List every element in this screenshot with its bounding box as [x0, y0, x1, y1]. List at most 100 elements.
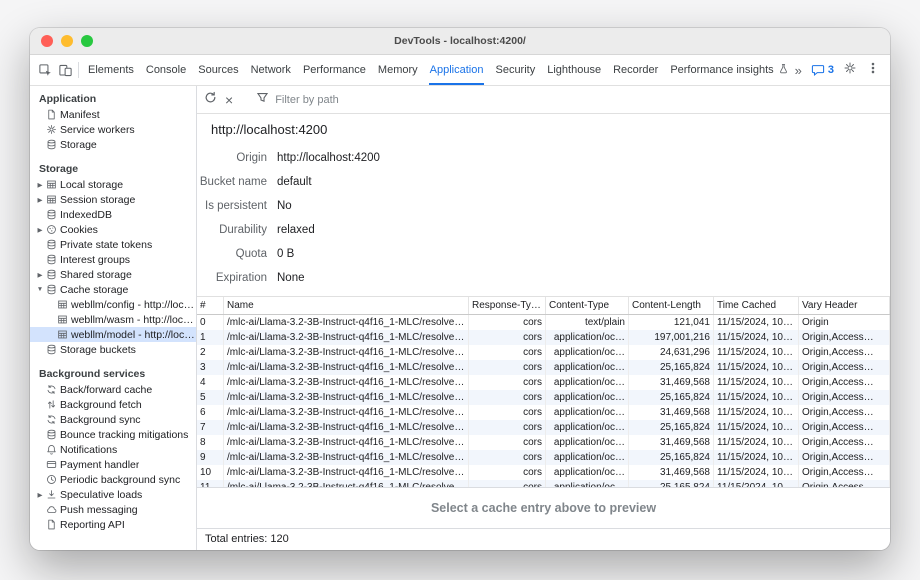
close-window-button[interactable]: [41, 35, 53, 47]
sidebar-item-manifest[interactable]: Manifest: [30, 107, 196, 122]
content-type-cell: application/oc…: [546, 360, 629, 375]
content-type-cell: application/oc…: [546, 450, 629, 465]
column-header-[interactable]: #: [197, 297, 224, 315]
entry-number-cell: 2: [197, 345, 224, 360]
sidebar-item-storage-buckets[interactable]: Storage buckets: [30, 342, 196, 357]
tab-console[interactable]: Console: [140, 55, 192, 85]
database-icon: [45, 254, 57, 266]
tab-security[interactable]: Security: [489, 55, 541, 85]
content-type-cell: application/oc…: [546, 420, 629, 435]
sidebar-item-indexeddb[interactable]: IndexedDB: [30, 207, 196, 222]
sidebar-item-label: Periodic background sync: [60, 474, 180, 486]
sidebar-item-payment-handler[interactable]: Payment handler: [30, 457, 196, 472]
sidebar-item-webllm-wasm-http-loca[interactable]: webllm/wasm - http://loca…: [30, 312, 196, 327]
tab-memory[interactable]: Memory: [372, 55, 424, 85]
sidebar-item-cache-storage[interactable]: ▼Cache storage: [30, 282, 196, 297]
cache-entry-row[interactable]: 4/mlc-ai/Llama-3.2-3B-Instruct-q4f16_1-M…: [197, 375, 890, 390]
sidebar-item-cookies[interactable]: ▶Cookies: [30, 222, 196, 237]
sidebar-item-shared-storage[interactable]: ▶Shared storage: [30, 267, 196, 282]
tab-performance-insights[interactable]: Performance insights: [664, 55, 794, 85]
sidebar-item-speculative-loads[interactable]: ▶Speculative loads: [30, 487, 196, 502]
sidebar-item-webllm-model-http-loc[interactable]: webllm/model - http://loc…: [30, 327, 196, 342]
cache-entry-row[interactable]: 11/mlc-ai/Llama-3.2-3B-Instruct-q4f16_1-…: [197, 480, 890, 487]
entry-name-cell: /mlc-ai/Llama-3.2-3B-Instruct-q4f16_1-ML…: [224, 375, 469, 390]
cache-entry-row[interactable]: 1/mlc-ai/Llama-3.2-3B-Instruct-q4f16_1-M…: [197, 330, 890, 345]
more-tabs-icon[interactable]: »: [795, 63, 802, 78]
database-icon: [45, 429, 57, 441]
sidebar-item-background-fetch[interactable]: Background fetch: [30, 397, 196, 412]
kebab-menu-icon[interactable]: [866, 61, 880, 80]
entry-number-cell: 7: [197, 420, 224, 435]
cache-entry-row[interactable]: 3/mlc-ai/Llama-3.2-3B-Instruct-q4f16_1-M…: [197, 360, 890, 375]
cache-entry-row[interactable]: 0/mlc-ai/Llama-3.2-3B-Instruct-q4f16_1-M…: [197, 315, 890, 331]
filter-icon: [256, 91, 269, 109]
sidebar-item-service-workers[interactable]: Service workers: [30, 122, 196, 137]
cookie-icon: [45, 224, 57, 236]
table-icon: [56, 299, 68, 311]
toolbar-divider: [78, 62, 79, 78]
database-icon: [45, 269, 57, 281]
cache-entry-row[interactable]: 8/mlc-ai/Llama-3.2-3B-Instruct-q4f16_1-M…: [197, 435, 890, 450]
column-header-name[interactable]: Name: [224, 297, 469, 315]
refresh-button[interactable]: [204, 91, 217, 109]
device-toolbar-icon[interactable]: [55, 55, 75, 85]
sidebar-item-reporting-api[interactable]: Reporting API: [30, 517, 196, 532]
sidebar-item-webllm-config-http-loc[interactable]: webllm/config - http://loc…: [30, 297, 196, 312]
sidebar-item-bounce-tracking-mitigations[interactable]: Bounce tracking mitigations: [30, 427, 196, 442]
chevron-down-icon[interactable]: ▼: [35, 286, 45, 293]
content-length-cell: 25,165,824: [629, 450, 714, 465]
column-header-vary-header[interactable]: Vary Header: [799, 297, 890, 315]
sidebar-item-notifications[interactable]: Notifications: [30, 442, 196, 457]
content-length-cell: 25,165,824: [629, 420, 714, 435]
sidebar-item-private-state-tokens[interactable]: Private state tokens: [30, 237, 196, 252]
inspect-element-icon[interactable]: [35, 55, 55, 85]
response-type-cell: cors: [469, 330, 546, 345]
tab-elements[interactable]: Elements: [82, 55, 140, 85]
delete-selected-button[interactable]: ×: [225, 93, 233, 107]
sidebar-item-push-messaging[interactable]: Push messaging: [30, 502, 196, 517]
tab-network[interactable]: Network: [245, 55, 297, 85]
cache-entry-row[interactable]: 7/mlc-ai/Llama-3.2-3B-Instruct-q4f16_1-M…: [197, 420, 890, 435]
sidebar-item-label: Storage: [60, 139, 97, 151]
cache-entry-row[interactable]: 2/mlc-ai/Llama-3.2-3B-Instruct-q4f16_1-M…: [197, 345, 890, 360]
sidebar-item-background-sync[interactable]: Background sync: [30, 412, 196, 427]
tab-performance[interactable]: Performance: [297, 55, 372, 85]
column-header-time-cached[interactable]: Time Cached: [714, 297, 799, 315]
sidebar-item-label: Background fetch: [60, 399, 142, 411]
sidebar-item-periodic-background-sync[interactable]: Periodic background sync: [30, 472, 196, 487]
sidebar-item-session-storage[interactable]: ▶Session storage: [30, 192, 196, 207]
tab-sources[interactable]: Sources: [192, 55, 244, 85]
macos-titlebar[interactable]: DevTools - localhost:4200/: [30, 28, 890, 55]
cache-entry-row[interactable]: 9/mlc-ai/Llama-3.2-3B-Instruct-q4f16_1-M…: [197, 450, 890, 465]
database-icon: [45, 209, 57, 221]
tab-recorder[interactable]: Recorder: [607, 55, 664, 85]
table-icon: [45, 179, 57, 191]
sidebar-item-storage[interactable]: Storage: [30, 137, 196, 152]
vary-header-cell: Origin,Access…: [799, 435, 890, 450]
cache-entry-row[interactable]: 6/mlc-ai/Llama-3.2-3B-Instruct-q4f16_1-M…: [197, 405, 890, 420]
cache-entry-row[interactable]: 5/mlc-ai/Llama-3.2-3B-Instruct-q4f16_1-M…: [197, 390, 890, 405]
issues-badge[interactable]: 3: [811, 63, 834, 77]
cache-entry-row[interactable]: 10/mlc-ai/Llama-3.2-3B-Instruct-q4f16_1-…: [197, 465, 890, 480]
column-header-content-length[interactable]: Content-Length: [629, 297, 714, 315]
column-header-response-type[interactable]: Response-Type: [469, 297, 546, 315]
settings-gear-icon[interactable]: [843, 61, 857, 80]
zoom-window-button[interactable]: [81, 35, 93, 47]
chevron-right-icon[interactable]: ▶: [35, 181, 45, 189]
sidebar-item-back-forward-cache[interactable]: Back/forward cache: [30, 382, 196, 397]
filter-box[interactable]: Filter by path: [256, 91, 339, 109]
sidebar-item-label: Back/forward cache: [60, 384, 152, 396]
tab-lighthouse[interactable]: Lighthouse: [541, 55, 607, 85]
response-type-cell: cors: [469, 405, 546, 420]
column-header-content-type[interactable]: Content-Type: [546, 297, 629, 315]
chevron-right-icon[interactable]: ▶: [35, 196, 45, 204]
chevron-right-icon[interactable]: ▶: [35, 226, 45, 234]
filter-input[interactable]: Filter by path: [275, 94, 339, 106]
vary-header-cell: Origin,Access…: [799, 360, 890, 375]
tab-application[interactable]: Application: [424, 55, 490, 85]
chevron-right-icon[interactable]: ▶: [35, 271, 45, 279]
sidebar-item-local-storage[interactable]: ▶Local storage: [30, 177, 196, 192]
chevron-right-icon[interactable]: ▶: [35, 491, 45, 499]
sidebar-item-interest-groups[interactable]: Interest groups: [30, 252, 196, 267]
minimize-window-button[interactable]: [61, 35, 73, 47]
